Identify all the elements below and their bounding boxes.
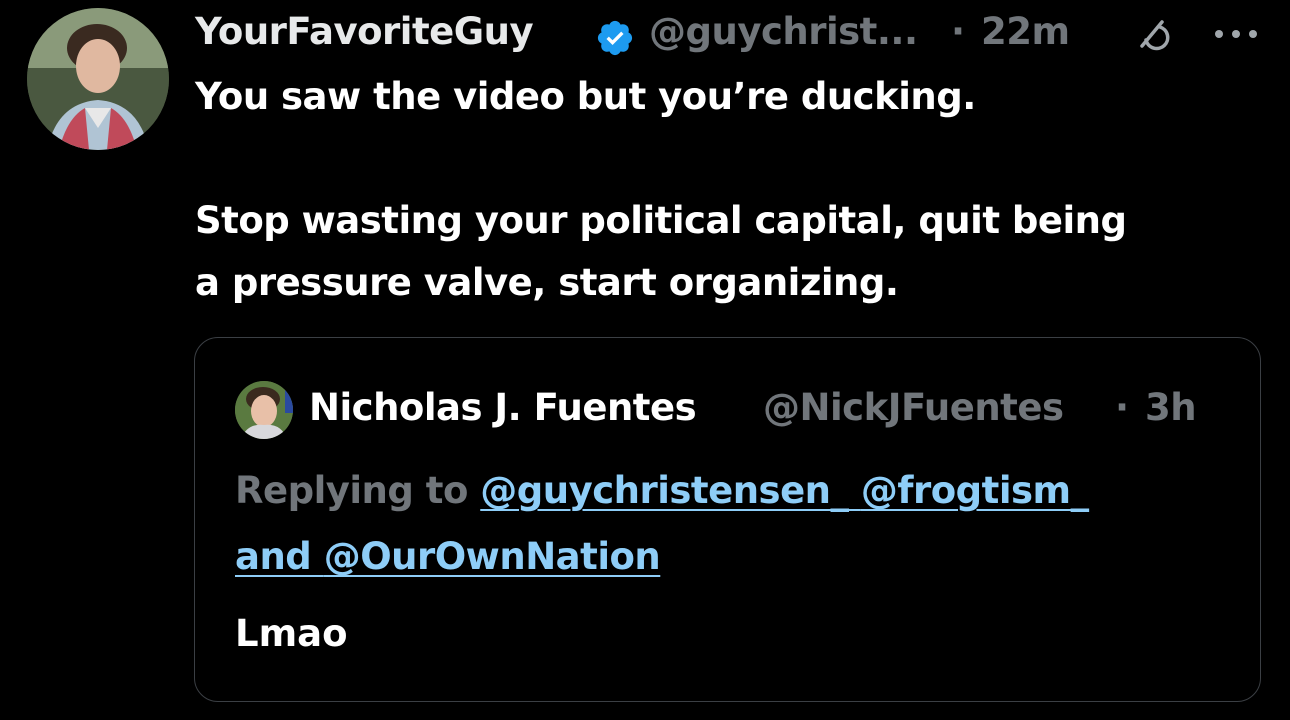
replying-to-line: Replying to @guychristensen_ @frogtism_a…	[235, 458, 1235, 590]
tweet-timestamp[interactable]: 22m	[981, 6, 1070, 58]
tweet-text-paragraph: You saw the video but you’re ducking.	[195, 75, 976, 118]
quoted-tweet-text: Lmao	[235, 612, 348, 655]
mention-link[interactable]: @guychristensen_	[480, 469, 849, 512]
quoted-tweet-timestamp[interactable]: 3h	[1145, 378, 1197, 438]
separator-dot: ·	[1115, 386, 1130, 429]
tweet-text-paragraph: Stop wasting your political capital, qui…	[195, 199, 1127, 304]
quoted-author-display-name[interactable]: Nicholas J. Fuentes	[309, 378, 697, 438]
mention-link-spacer	[849, 469, 861, 512]
verified-badge-icon	[597, 20, 633, 56]
quoted-author-handle[interactable]: @NickJFuentes	[763, 378, 1064, 438]
grok-icon[interactable]	[1133, 14, 1173, 54]
author-avatar[interactable]	[27, 8, 169, 150]
tweet-header: YourFavoriteGuy @guychrist... · 22m	[195, 6, 1280, 58]
mention-link[interactable]: @frogtism_	[861, 469, 1089, 512]
author-display-name[interactable]: YourFavoriteGuy	[195, 6, 534, 58]
more-options-icon[interactable]	[1213, 24, 1259, 44]
mention-link[interactable]: @OurOwnNation	[324, 535, 661, 578]
tweet-text: You saw the video but you’re ducking. St…	[195, 66, 1275, 314]
separator-dot: ·	[951, 10, 966, 53]
quoted-author-avatar[interactable]	[235, 381, 293, 439]
mention-conjunction[interactable]: and	[235, 535, 324, 578]
replying-to-label: Replying to	[235, 469, 481, 512]
quoted-tweet-card[interactable]: Nicholas J. Fuentes @NickJFuentes · 3h R…	[194, 337, 1261, 702]
author-handle[interactable]: @guychrist...	[649, 6, 918, 58]
